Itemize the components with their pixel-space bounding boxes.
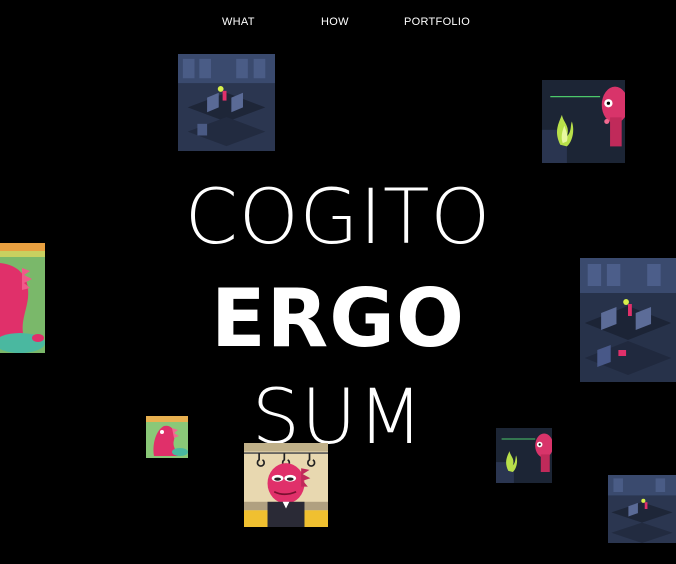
monster-flame-illustration <box>496 428 552 483</box>
portfolio-thumbnail-pink-monster[interactable] <box>0 243 45 353</box>
portfolio-thumbnail-office-scene-2[interactable] <box>580 258 676 382</box>
monster-subway-illustration <box>244 443 328 527</box>
portfolio-thumbnail-office-scene-3[interactable] <box>608 475 676 543</box>
hero-line-1-text: COGITO <box>184 172 492 261</box>
portfolio-thumbnail-monster-on-subway[interactable] <box>244 443 328 527</box>
portfolio-thumbnail-office-scene[interactable] <box>178 54 275 151</box>
nav-item-what[interactable]: WHAT <box>222 16 255 28</box>
nav-item-portfolio[interactable]: PORTFOLIO <box>404 16 470 28</box>
hero-line-2-text: ERGO <box>211 272 465 365</box>
monster-flame-illustration <box>542 80 625 163</box>
portfolio-thumbnail-monster-green-flame-2[interactable] <box>496 428 552 483</box>
portfolio-thumbnail-pink-dinosaur[interactable] <box>146 416 188 458</box>
top-nav: WHAT HOW PORTFOLIO <box>0 16 676 30</box>
nav-item-how[interactable]: HOW <box>321 16 349 28</box>
pink-dinosaur-illustration <box>146 416 188 458</box>
office-scene-illustration <box>580 258 676 382</box>
office-scene-illustration <box>178 54 275 151</box>
portfolio-thumbnail-monster-green-flame[interactable] <box>542 80 625 163</box>
hero-line-1: COGITO <box>0 172 676 261</box>
hero-line-3: SUM <box>0 372 676 461</box>
pink-monster-illustration <box>0 243 45 353</box>
hero-line-2: ERGO <box>0 272 676 365</box>
office-scene-illustration <box>608 475 676 543</box>
